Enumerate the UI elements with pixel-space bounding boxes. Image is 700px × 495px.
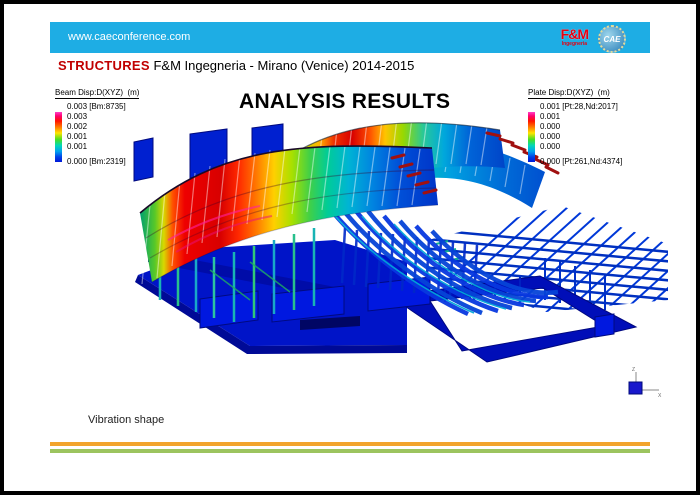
legend-value: 0.000 [Pt:261,Nd:4374] — [540, 157, 622, 167]
plate-displacement-legend: Plate Disp:D(XYZ) (m) 0.001 [Pt:28,Nd:20… — [528, 88, 622, 167]
legend-value: 0.001 — [67, 132, 139, 142]
legend-value: 0.003 [Bm:8735] — [67, 102, 139, 112]
page-title: ANALYSIS RESULTS — [239, 90, 450, 114]
legend-value: 0.000 — [540, 142, 622, 152]
beam-colorbar — [55, 112, 62, 162]
project-title: F&M Ingegneria - Mirano (Venice) 2014-20… — [150, 58, 414, 73]
divider-line-orange — [50, 442, 650, 446]
axis-triad-icon: Z X — [629, 367, 662, 399]
cae-conference-logo: CAE — [598, 25, 626, 53]
legend-value: 0.001 — [540, 112, 622, 122]
conference-url: www.caeconference.com — [68, 22, 190, 53]
brand-structures: STRUCTURES — [58, 58, 150, 73]
plate-colorbar — [528, 112, 535, 162]
header-bar: www.caeconference.com F&M Ingegneria CAE — [50, 22, 650, 53]
legend-value: 0.002 — [67, 122, 139, 132]
legend-value: 0.000 — [540, 132, 622, 142]
fm-ingegneria-logo: F&M Ingegneria — [561, 27, 588, 47]
beam-legend-title: Beam Disp:D(XYZ) (m) — [55, 88, 139, 99]
axis-x-label: X — [658, 393, 662, 399]
legend-value: 0.001 [Pt:28,Nd:2017] — [540, 102, 622, 112]
legend-value: 0.000 [Bm:2319] — [67, 157, 139, 167]
beam-displacement-legend: Beam Disp:D(XYZ) (m) 0.003 [Bm:8735] 0.0… — [55, 88, 139, 167]
plate-legend-title: Plate Disp:D(XYZ) (m) — [528, 88, 610, 99]
divider-line-green — [50, 449, 650, 453]
slide-subtitle: STRUCTURES F&M Ingegneria - Mirano (Veni… — [58, 58, 414, 73]
legend-value: 0.003 — [67, 112, 139, 122]
axis-z-label: Z — [632, 367, 635, 373]
slide-caption: Vibration shape — [88, 414, 164, 426]
legend-value: 0.000 — [540, 122, 622, 132]
presentation-slide: www.caeconference.com F&M Ingegneria CAE… — [0, 0, 700, 495]
roof-lattice — [398, 178, 700, 338]
legend-value: 0.001 — [67, 142, 139, 152]
